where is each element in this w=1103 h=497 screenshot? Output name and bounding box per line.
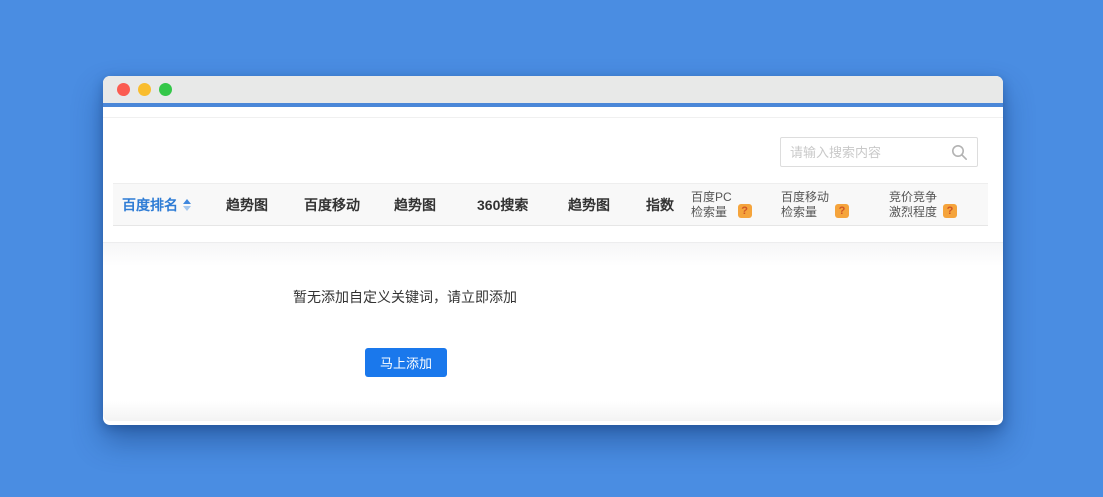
bottom-strip [103,401,1003,421]
column-header-baidu-rank[interactable]: 百度排名 [122,195,191,215]
column-header-bid-competition: 竞价竞争 激烈程度 ? [889,189,958,220]
empty-state-message: 暂无添加自定义关键词，请立即添加 [293,289,517,305]
column-label: 竞价竞争 激烈程度 [889,189,938,219]
column-header-index: 指数 [646,196,674,213]
help-icon[interactable]: ? [835,203,850,218]
minimize-button[interactable] [138,83,151,96]
column-label: 百度排名 [122,196,178,213]
search-icon[interactable] [951,144,968,161]
column-header-baidu-pc-volume: 百度PC 检索量 ? [691,190,752,220]
column-label: 百度PC 检索量 [691,189,732,219]
sort-desc-icon [183,205,191,211]
help-icon[interactable]: ? [737,203,752,218]
window-titlebar [103,76,1003,107]
close-button[interactable] [117,83,130,96]
column-header-baidu-mobile-volume: 百度移动 检索量 ? [781,189,850,220]
column-label: 百度移动 检索量 [781,189,830,219]
add-now-button[interactable]: 马上添加 [365,348,447,377]
sort-icon[interactable] [183,198,191,211]
column-header-trend-2: 趋势图 [394,196,436,213]
header-shadow-strip [103,242,1003,266]
page-content: 百度排名 趋势图 百度移动 趋势图 360搜索 趋势图 指数 百度PC 检索量 … [103,107,1003,421]
column-header-baidu-mobile: 百度移动 [304,196,360,213]
column-header-trend-3: 趋势图 [568,196,610,213]
maximize-button[interactable] [159,83,172,96]
sort-asc-icon [183,198,191,204]
top-divider [103,117,1003,118]
search-input[interactable] [790,144,951,160]
help-icon[interactable]: ? [943,203,958,218]
column-header-360-search: 360搜索 [477,196,529,213]
browser-window: 百度排名 趋势图 百度移动 趋势图 360搜索 趋势图 指数 百度PC 检索量 … [103,76,1003,425]
table-header-row: 百度排名 趋势图 百度移动 趋势图 360搜索 趋势图 指数 百度PC 检索量 … [113,183,988,226]
column-header-trend-1: 趋势图 [226,196,268,213]
search-box [780,137,978,167]
